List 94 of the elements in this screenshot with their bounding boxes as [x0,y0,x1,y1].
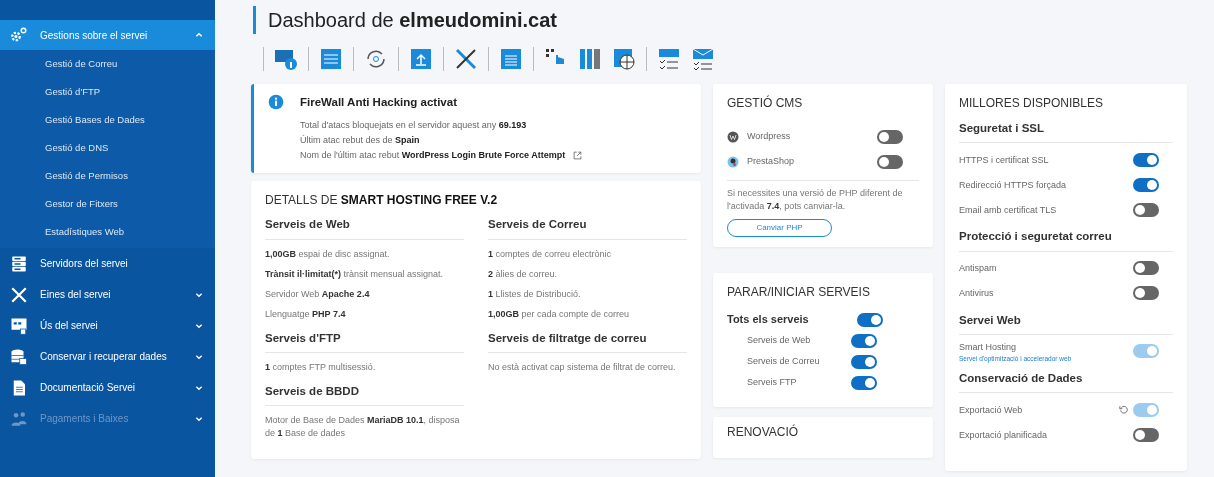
cms-label: Wordpress [747,129,791,143]
undo-icon [1119,404,1129,415]
option-label: Exportació planificada [959,430,1048,440]
submenu-link[interactable]: Gestor de Fitxers [0,190,215,218]
database-icon [10,347,28,366]
mail-checklist-icon[interactable] [691,47,715,71]
card-title: GESTIÓ CMS [727,94,804,112]
detail-text: 1 Llistes de Distribució. [488,287,582,301]
toggle-switch[interactable] [1133,286,1159,300]
toggle-switch[interactable] [1133,202,1159,217]
section-heading: Seguretat i SSL [959,118,1173,144]
section-heading: Serveis de Web [265,214,464,240]
submenu-link[interactable]: Estadístiques Web [0,218,215,246]
detail-text: Trànsit il·limitat(*) trànsit mensual assignat. [265,267,445,281]
option-label: Antispam [959,263,997,274]
chevron-down-icon [195,352,203,361]
sync-icon[interactable] [364,47,388,71]
section-heading: Protecció i seguretat correu [959,226,1173,252]
detail-text: Servidor Web Apache 2.4 [265,287,371,301]
section-heading: Conservació de Dades [959,368,1173,394]
chevron-up-icon [195,31,203,39]
toggle-switch[interactable] [851,375,877,390]
detail-text: 1,00GB espai de disc assignat. [265,247,391,261]
list-window-icon[interactable] [319,47,343,71]
card-title: PARAR/INICIAR SERVEIS [727,284,871,301]
external-link-icon [573,151,583,161]
submenu-link[interactable]: Gestió de Correu [0,50,215,78]
submenu-link[interactable]: Gestió d'FTP [0,78,215,106]
toggle-switch[interactable] [877,129,903,144]
page-title: Dashboard de elmeudomini.cat [253,6,1186,34]
service-label: Serveis FTP [746,375,797,389]
submenu-link[interactable]: Gestió de DNS [0,134,215,162]
info-text: Últim atac rebut des de Spain [300,134,420,148]
card-title: DETALLS DE SMART HOSTING FREE V.2 [265,192,499,210]
people-icon [10,409,28,428]
server-icon [10,254,28,273]
sidebar-item[interactable]: Eines del servei [0,279,215,310]
upload-window-icon[interactable] [409,47,433,71]
detail-text: 2 àlies de correu. [488,267,559,281]
detail-text: Llenguatge PHP 7.4 [265,307,347,321]
toggle-switch[interactable] [1133,261,1159,275]
alert-title: FireWall Anti Hacking activat [300,95,458,110]
sidebar-item[interactable]: Documentació Servei [0,372,215,403]
section-heading: Serveis de Correu [488,214,687,240]
toggle-switch[interactable] [1133,427,1159,442]
toggle-switch[interactable] [851,333,877,348]
cms-label: PrestaShop [747,154,795,168]
toggle-switch[interactable] [851,354,877,369]
section-heading: Serveis de filtratge de correu [488,327,687,353]
sidebar-item[interactable]: Servidors del servei [0,248,215,279]
toggle-switch[interactable] [877,154,903,169]
option-label: Antivirus [959,288,994,299]
submenu-link[interactable]: Gestió Bases de Dades [0,106,215,134]
note-text: Si necessites una versió de PHP diferent de l'activada 7.4, pots canviar-la. [727,187,904,213]
php-info-icon[interactable] [274,47,298,71]
detail-text: 1,00GB per cada compte de correu [488,307,631,321]
sidebar-item[interactable]: Gestions sobre el servei [0,20,215,50]
option-label: Smart Hosting [959,341,1017,352]
wordpress-icon [727,130,739,143]
chevron-down-icon [195,383,203,392]
info-icon [268,94,284,111]
option-label: HTTPS i certificat SSL [959,155,1049,165]
change-php-button[interactable]: Canviar PHP [727,219,832,237]
detail-text: Motor de Base de Dades MariaDB 10.1, disposa de 1 Base de dades [265,414,461,440]
section-heading: Serveis de BBDD [265,380,464,406]
section-heading: Serveis d'FTP [265,327,464,353]
sidebar-item[interactable]: Ús del servei [0,310,215,341]
option-label: Email amb certificat TLS [959,205,1057,215]
detail-text: No està activat cap sistema de filtrat de correu. [488,360,677,374]
sidebar-item[interactable]: Conservar i recuperar dades [0,341,215,372]
info-text: Total d'atacs bloquejats en el servidor aquest any 69.193 [300,119,527,133]
window-grid-icon [10,316,28,335]
toggle-switch[interactable] [857,312,883,327]
service-label: Serveis de Web [746,333,811,347]
option-label: Exportació Web [959,405,1023,415]
detail-text: 1 comptes de correu electrònic [488,247,613,261]
document-window-icon[interactable] [499,47,523,71]
globe-window-icon[interactable] [612,47,636,71]
service-label: Serveis de Correu [746,354,820,368]
card-title: RENOVACIÓ [727,423,800,441]
info-text: Nom de l'últim atac rebut WordPress Login Brute Force Attempt [300,149,566,163]
chevron-down-icon [195,321,203,330]
chevron-down-icon [195,290,203,299]
toggle-switch[interactable] [1133,177,1159,192]
card-title: MILLORES DISPONIBLES [959,95,1105,112]
toggle-switch[interactable] [1133,152,1159,167]
window-checklist-icon[interactable] [657,47,681,71]
service-label: Tots els serveis [727,312,809,328]
chevron-down-icon [195,414,203,423]
detail-text: 1 comptes FTP multisessió. [265,360,377,374]
section-heading: Servei Web [959,309,1173,335]
columns-icon[interactable] [578,47,602,71]
submenu-link[interactable]: Gestió de Permisos [0,162,215,190]
option-label: Redirecció HTTPS forçada [959,180,1067,190]
